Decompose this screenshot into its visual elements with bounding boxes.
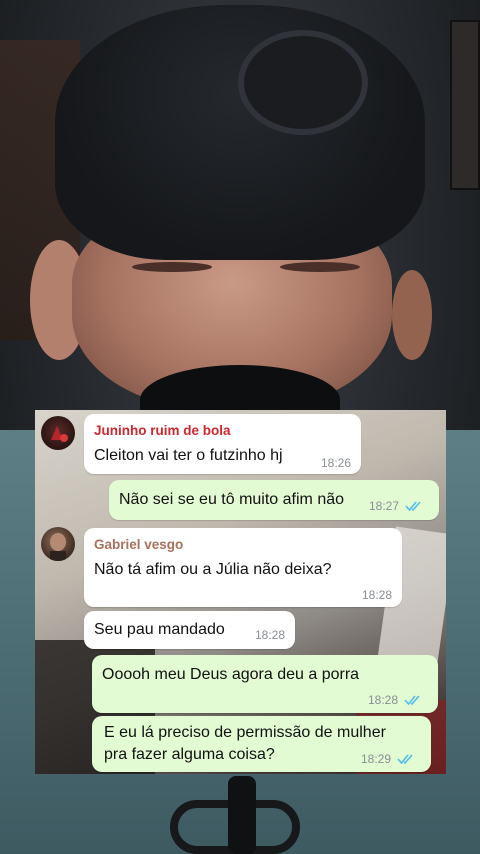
message-text: Não sei se eu tô muito afim não bbox=[119, 491, 345, 508]
message-time: 18:29 bbox=[360, 752, 391, 766]
message-sender-name: Gabriel vesgo bbox=[94, 537, 184, 552]
message-time: 18:27 bbox=[368, 499, 399, 513]
message-bubble-incoming[interactable]: Gabriel vesgo Não tá afim ou a Júlia não… bbox=[84, 528, 402, 607]
message-text: Seu pau mandado bbox=[94, 621, 225, 638]
message-text-line: E eu lá preciso de permissão de mulher bbox=[104, 724, 386, 741]
microphone-stand bbox=[228, 776, 256, 854]
sender-avatar-gabriel[interactable] bbox=[41, 527, 75, 561]
message-bubble-incoming[interactable]: Seu pau mandado 18:28 bbox=[84, 611, 295, 649]
person-eye bbox=[132, 262, 212, 272]
message-time: 18:28 bbox=[361, 588, 392, 602]
chat-screenshot-overlay: Juninho ruim de bola Cleiton vai ter o f… bbox=[35, 410, 446, 774]
message-text: Não tá afim ou a Júlia não deixa? bbox=[94, 561, 332, 578]
message-text: Cleiton vai ter o futzinho hj bbox=[94, 447, 283, 464]
message-bubble-outgoing[interactable]: Não sei se eu tô muito afim não 18:27 bbox=[109, 480, 439, 520]
wall-picture-frame bbox=[450, 20, 480, 190]
avatar-image bbox=[50, 533, 66, 561]
avatar-image bbox=[51, 426, 68, 442]
person-eye bbox=[280, 262, 360, 272]
double-check-icon bbox=[405, 501, 421, 512]
cap-logo bbox=[238, 30, 368, 135]
person-cap bbox=[55, 5, 425, 260]
message-text-line: pra fazer alguma coisa? bbox=[104, 746, 275, 763]
message-text: Ooooh meu Deus agora deu a porra bbox=[102, 666, 360, 683]
person-ear bbox=[392, 270, 432, 360]
message-bubble-outgoing[interactable]: Ooooh meu Deus agora deu a porra 18:28 bbox=[92, 655, 438, 713]
message-time: 18:28 bbox=[254, 628, 285, 642]
sender-avatar-juninho[interactable] bbox=[41, 416, 75, 450]
message-time: 18:26 bbox=[320, 456, 351, 470]
message-bubble-outgoing[interactable]: E eu lá preciso de permissão de mulher p… bbox=[92, 716, 431, 772]
double-check-icon bbox=[404, 695, 420, 706]
message-time: 18:28 bbox=[367, 693, 398, 707]
double-check-icon bbox=[397, 754, 413, 765]
message-sender-name: Juninho ruim de bola bbox=[94, 423, 231, 438]
message-bubble-incoming[interactable]: Juninho ruim de bola Cleiton vai ter o f… bbox=[84, 414, 361, 474]
